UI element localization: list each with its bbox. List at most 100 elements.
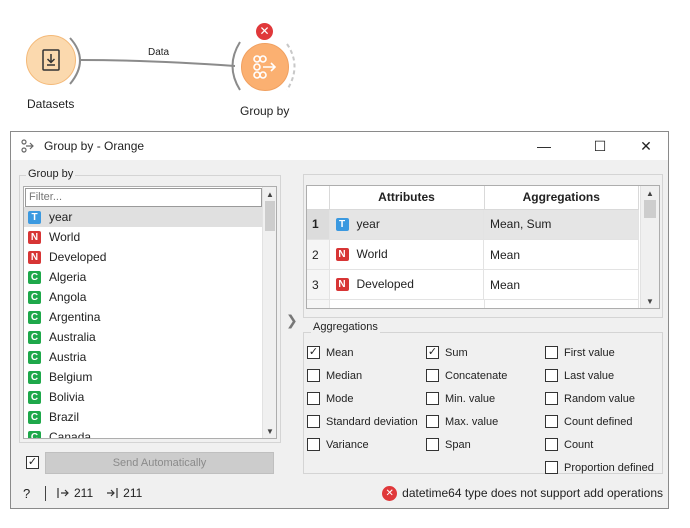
aggregation-option[interactable]: Min. value xyxy=(426,387,507,410)
output-data-icon xyxy=(107,488,118,498)
aggregations-title: Aggregations xyxy=(311,321,380,333)
attr-scroll-up-arrow[interactable]: ▲ xyxy=(641,186,659,200)
header-attributes[interactable]: Attributes xyxy=(329,186,485,210)
aggregation-checkbox[interactable]: ✓ xyxy=(307,346,320,359)
aggregation-option[interactable]: Span xyxy=(426,433,507,456)
groupby-node[interactable] xyxy=(241,43,289,91)
group-by-item[interactable]: C Bolivia xyxy=(24,387,262,407)
title-bar[interactable]: Group by - Orange — ☐ ✕ xyxy=(11,132,668,160)
aggregation-option[interactable]: First value xyxy=(545,341,654,364)
aggregation-option[interactable]: Random value xyxy=(545,387,654,410)
table-row[interactable]: 2 N World Mean xyxy=(307,239,639,270)
aggregation-checkbox[interactable] xyxy=(426,369,439,382)
output-count: 211 xyxy=(123,486,143,500)
group-by-list[interactable]: Filter... Tyear N World N Developed C Algeria C… xyxy=(23,186,277,439)
aggregation-label: Mode xyxy=(326,392,354,405)
group-by-item[interactable]: N World xyxy=(24,227,262,247)
aggregation-option[interactable]: ✓ Sum xyxy=(426,341,507,364)
aggregation-checkbox[interactable] xyxy=(307,392,320,405)
send-automatically-button[interactable]: Send Automatically xyxy=(45,452,274,474)
group-by-item-label: Angola xyxy=(49,290,87,304)
aggregation-option[interactable]: Variance xyxy=(307,433,418,456)
aggregation-option[interactable]: Proportion defined xyxy=(545,456,654,479)
table-row[interactable]: 3 N Developed Mean xyxy=(307,269,639,300)
attr-scroll-thumb[interactable] xyxy=(644,200,656,218)
minimize-button[interactable]: — xyxy=(521,132,567,160)
aggregation-option[interactable]: Standard deviation xyxy=(307,410,418,433)
scroll-down-arrow[interactable]: ▼ xyxy=(263,424,276,438)
aggregation-checkbox[interactable] xyxy=(545,438,558,451)
aggregation-option[interactable]: Max. value xyxy=(426,410,507,433)
scroll-thumb[interactable] xyxy=(265,201,275,231)
attributes-scrollbar[interactable]: ▲ ▼ xyxy=(640,186,659,308)
group-by-item[interactable]: C Brazil xyxy=(24,407,262,427)
group-by-item[interactable]: C Austria xyxy=(24,347,262,367)
aggregations-cell[interactable]: Mean xyxy=(484,269,639,300)
group-by-item[interactable]: C Argentina xyxy=(24,307,262,327)
data-link[interactable] xyxy=(0,0,690,128)
attr-scroll-down-arrow[interactable]: ▼ xyxy=(641,294,659,308)
aggregation-option[interactable]: Median xyxy=(307,364,418,387)
orange-logo-icon xyxy=(21,139,34,153)
aggregation-label: Last value xyxy=(564,369,615,382)
group-by-item[interactable]: C Angola xyxy=(24,287,262,307)
aggregation-checkbox[interactable] xyxy=(307,438,320,451)
close-button[interactable]: ✕ xyxy=(623,132,669,160)
aggregation-label: First value xyxy=(564,346,615,359)
group-by-item-label: World xyxy=(49,230,81,244)
filter-input[interactable]: Filter... xyxy=(25,188,262,207)
attribute-cell[interactable]: N World xyxy=(329,239,484,270)
aggregation-checkbox[interactable] xyxy=(426,415,439,428)
aggregation-checkbox[interactable] xyxy=(307,415,320,428)
aggregation-option[interactable]: Count xyxy=(545,433,654,456)
aggregation-checkbox[interactable] xyxy=(545,461,558,474)
aggregations-column-3: First value Last value Random value Count d… xyxy=(545,341,654,479)
variable-type-icon: C xyxy=(28,270,41,284)
aggregation-checkbox[interactable] xyxy=(426,438,439,451)
group-by-dialog: Group by - Orange — ☐ ✕ Group by Filter.… xyxy=(10,131,669,509)
group-by-scrollbar[interactable]: ▲ ▼ xyxy=(262,187,276,438)
datasets-node[interactable] xyxy=(26,35,76,85)
group-by-item[interactable]: N Developed xyxy=(24,247,262,267)
error-icon[interactable]: ✕ xyxy=(382,485,398,501)
aggregation-checkbox[interactable] xyxy=(545,415,558,428)
aggregation-option[interactable]: Mode xyxy=(307,387,418,410)
attribute-cell[interactable]: N Developed xyxy=(329,269,484,300)
aggregation-checkbox[interactable] xyxy=(545,392,558,405)
link-label: Data xyxy=(148,47,170,58)
group-by-item[interactable]: C Belgium xyxy=(24,367,262,387)
aggregation-checkbox[interactable] xyxy=(426,392,439,405)
group-by-item[interactable]: Tyear xyxy=(24,207,262,227)
attributes-table-wrap[interactable]: Attributes Aggregations 1 Tyear Mean, Sum 2… xyxy=(306,185,660,309)
group-by-item[interactable]: C Canada xyxy=(24,427,262,439)
attribute-cell[interactable]: Tyear xyxy=(329,209,484,240)
aggregation-checkbox[interactable] xyxy=(545,369,558,382)
aggregations-column-1: ✓ Mean Median Mode Standard deviation Varianc… xyxy=(307,341,418,456)
table-row[interactable]: 1 Tyear Mean, Sum xyxy=(307,209,639,240)
aggregation-option[interactable]: Concatenate xyxy=(426,364,507,387)
aggregation-checkbox[interactable]: ✓ xyxy=(426,346,439,359)
aggregation-option[interactable]: Count defined xyxy=(545,410,654,433)
aggregation-label: Proportion defined xyxy=(564,461,654,474)
splitter-arrow-icon[interactable]: ❯ xyxy=(286,312,298,329)
group-by-item[interactable]: C Australia xyxy=(24,327,262,347)
variable-type-icon: N xyxy=(335,247,349,261)
group-by-item[interactable]: C Algeria xyxy=(24,267,262,287)
scroll-up-arrow[interactable]: ▲ xyxy=(263,187,276,201)
aggregations-cell[interactable]: Mean xyxy=(484,239,639,270)
datasets-node-label: Datasets xyxy=(27,97,75,111)
maximize-button[interactable]: ☐ xyxy=(577,132,623,160)
help-icon[interactable]: ? xyxy=(23,486,37,501)
aggregation-checkbox[interactable] xyxy=(307,369,320,382)
aggregations-cell[interactable]: Mean, Sum xyxy=(484,209,639,240)
aggregation-option[interactable]: Last value xyxy=(545,364,654,387)
aggregation-option[interactable]: ✓ Mean xyxy=(307,341,418,364)
send-auto-checkbox[interactable]: ✓ xyxy=(26,456,39,469)
header-aggregations[interactable]: Aggregations xyxy=(484,186,639,210)
attributes-table[interactable]: Attributes Aggregations 1 Tyear Mean, Sum 2… xyxy=(307,186,639,308)
aggregation-checkbox[interactable] xyxy=(545,346,558,359)
node-error-icon[interactable]: ✕ xyxy=(256,23,273,40)
group-by-item-label: Brazil xyxy=(49,410,80,424)
group-by-item-label: Canada xyxy=(49,430,92,439)
workflow-canvas[interactable]: Data Datasets ✕ Group by xyxy=(0,0,690,128)
